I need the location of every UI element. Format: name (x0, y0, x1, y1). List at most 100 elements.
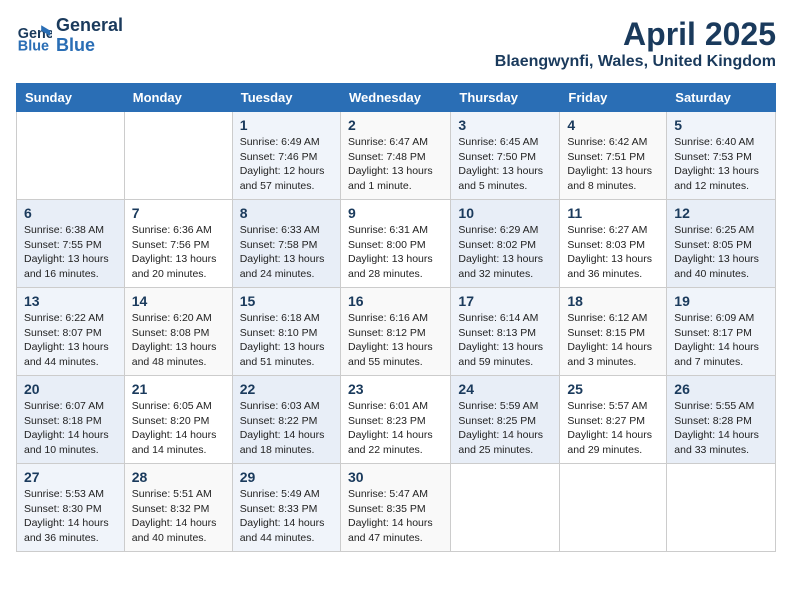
calendar-cell (451, 464, 560, 552)
day-number: 11 (567, 205, 659, 221)
day-info: Sunrise: 6:16 AM Sunset: 8:12 PM Dayligh… (348, 311, 443, 370)
calendar-week-2: 6Sunrise: 6:38 AM Sunset: 7:55 PM Daylig… (17, 200, 776, 288)
day-number: 25 (567, 381, 659, 397)
calendar-cell: 14 Sunrise: 6:20 AM Sunset: 8:08 PM Dayli… (124, 288, 232, 376)
day-info: Sunrise: 6:18 AM Sunset: 8:10 PM Dayligh… (240, 311, 333, 370)
day-info: Sunrise: 6:07 AM Sunset: 8:18 PM Dayligh… (24, 399, 117, 458)
calendar-cell (667, 464, 776, 552)
calendar-cell: 26 Sunrise: 5:55 AM Sunset: 8:28 PM Dayli… (667, 376, 776, 464)
calendar-cell: 10 Sunrise: 6:29 AM Sunset: 8:02 PM Dayli… (451, 200, 560, 288)
calendar-cell: 11 Sunrise: 6:27 AM Sunset: 8:03 PM Dayli… (560, 200, 667, 288)
day-info: Sunrise: 5:49 AM Sunset: 8:33 PM Dayligh… (240, 487, 333, 546)
day-info: Sunrise: 6:01 AM Sunset: 8:23 PM Dayligh… (348, 399, 443, 458)
calendar-cell: 29 Sunrise: 5:49 AM Sunset: 8:33 PM Dayli… (232, 464, 340, 552)
day-info: Sunrise: 6:12 AM Sunset: 8:15 PM Dayligh… (567, 311, 659, 370)
weekday-header-sunday: Sunday (17, 84, 125, 112)
day-number: 20 (24, 381, 117, 397)
day-number: 14 (132, 293, 225, 309)
calendar-cell: 23 Sunrise: 6:01 AM Sunset: 8:23 PM Dayli… (340, 376, 450, 464)
calendar-cell (560, 464, 667, 552)
calendar-cell: 27Sunrise: 5:53 AM Sunset: 8:30 PM Dayli… (17, 464, 125, 552)
day-number: 28 (132, 469, 225, 485)
day-info: Sunrise: 6:09 AM Sunset: 8:17 PM Dayligh… (674, 311, 768, 370)
day-number: 9 (348, 205, 443, 221)
location-subtitle: Blaengwynfi, Wales, United Kingdom (495, 53, 776, 71)
weekday-header-row: SundayMondayTuesdayWednesdayThursdayFrid… (17, 84, 776, 112)
day-info: Sunrise: 6:14 AM Sunset: 8:13 PM Dayligh… (458, 311, 552, 370)
day-info: Sunrise: 6:42 AM Sunset: 7:51 PM Dayligh… (567, 135, 659, 194)
calendar-week-3: 13Sunrise: 6:22 AM Sunset: 8:07 PM Dayli… (17, 288, 776, 376)
day-number: 16 (348, 293, 443, 309)
day-number: 29 (240, 469, 333, 485)
day-number: 26 (674, 381, 768, 397)
logo-general: General (56, 16, 123, 36)
day-number: 10 (458, 205, 552, 221)
calendar-week-1: 1Sunrise: 6:49 AM Sunset: 7:46 PM Daylig… (17, 112, 776, 200)
calendar-cell: 17 Sunrise: 6:14 AM Sunset: 8:13 PM Dayli… (451, 288, 560, 376)
calendar-cell: 20 Sunrise: 6:07 AM Sunset: 8:18 PM Dayli… (17, 376, 125, 464)
calendar-cell: 18 Sunrise: 6:12 AM Sunset: 8:15 PM Dayli… (560, 288, 667, 376)
weekday-header-thursday: Thursday (451, 84, 560, 112)
day-info: Sunrise: 6:36 AM Sunset: 7:56 PM Dayligh… (132, 223, 225, 282)
calendar-cell: 8 Sunrise: 6:33 AM Sunset: 7:58 PM Daylig… (232, 200, 340, 288)
calendar-cell: 21 Sunrise: 6:05 AM Sunset: 8:20 PM Dayli… (124, 376, 232, 464)
calendar-cell: 6Sunrise: 6:38 AM Sunset: 7:55 PM Daylig… (17, 200, 125, 288)
calendar-cell: 15 Sunrise: 6:18 AM Sunset: 8:10 PM Dayli… (232, 288, 340, 376)
day-info: Sunrise: 6:29 AM Sunset: 8:02 PM Dayligh… (458, 223, 552, 282)
month-year-title: April 2025 (495, 16, 776, 53)
day-info: Sunrise: 5:47 AM Sunset: 8:35 PM Dayligh… (348, 487, 443, 546)
day-number: 15 (240, 293, 333, 309)
weekday-header-wednesday: Wednesday (340, 84, 450, 112)
day-info: Sunrise: 6:33 AM Sunset: 7:58 PM Dayligh… (240, 223, 333, 282)
day-number: 17 (458, 293, 552, 309)
calendar-cell: 13Sunrise: 6:22 AM Sunset: 8:07 PM Dayli… (17, 288, 125, 376)
calendar-cell: 24Sunrise: 5:59 AM Sunset: 8:25 PM Dayli… (451, 376, 560, 464)
day-info: Sunrise: 5:55 AM Sunset: 8:28 PM Dayligh… (674, 399, 768, 458)
svg-text:Blue: Blue (18, 38, 49, 54)
day-number: 22 (240, 381, 333, 397)
calendar-cell (124, 112, 232, 200)
day-info: Sunrise: 6:05 AM Sunset: 8:20 PM Dayligh… (132, 399, 225, 458)
day-info: Sunrise: 6:31 AM Sunset: 8:00 PM Dayligh… (348, 223, 443, 282)
day-number: 21 (132, 381, 225, 397)
calendar-cell: 16 Sunrise: 6:16 AM Sunset: 8:12 PM Dayli… (340, 288, 450, 376)
day-info: Sunrise: 5:59 AM Sunset: 8:25 PM Dayligh… (458, 399, 552, 458)
calendar-cell: 9 Sunrise: 6:31 AM Sunset: 8:00 PM Daylig… (340, 200, 450, 288)
logo-blue: Blue (56, 36, 123, 56)
calendar-cell: 4Sunrise: 6:42 AM Sunset: 7:51 PM Daylig… (560, 112, 667, 200)
day-number: 27 (24, 469, 117, 485)
logo: General Blue General Blue (16, 16, 123, 56)
day-info: Sunrise: 6:45 AM Sunset: 7:50 PM Dayligh… (458, 135, 552, 194)
day-info: Sunrise: 6:25 AM Sunset: 8:05 PM Dayligh… (674, 223, 768, 282)
calendar-cell: 5 Sunrise: 6:40 AM Sunset: 7:53 PM Daylig… (667, 112, 776, 200)
calendar-cell: 30 Sunrise: 5:47 AM Sunset: 8:35 PM Dayli… (340, 464, 450, 552)
weekday-header-monday: Monday (124, 84, 232, 112)
day-number: 3 (458, 117, 552, 133)
day-number: 12 (674, 205, 768, 221)
day-number: 23 (348, 381, 443, 397)
day-info: Sunrise: 6:27 AM Sunset: 8:03 PM Dayligh… (567, 223, 659, 282)
day-number: 19 (674, 293, 768, 309)
calendar-cell: 3 Sunrise: 6:45 AM Sunset: 7:50 PM Daylig… (451, 112, 560, 200)
day-info: Sunrise: 6:40 AM Sunset: 7:53 PM Dayligh… (674, 135, 768, 194)
calendar-cell: 12 Sunrise: 6:25 AM Sunset: 8:05 PM Dayli… (667, 200, 776, 288)
calendar-cell (17, 112, 125, 200)
day-number: 30 (348, 469, 443, 485)
day-info: Sunrise: 6:03 AM Sunset: 8:22 PM Dayligh… (240, 399, 333, 458)
day-number: 18 (567, 293, 659, 309)
day-info: Sunrise: 6:22 AM Sunset: 8:07 PM Dayligh… (24, 311, 117, 370)
calendar-cell: 25Sunrise: 5:57 AM Sunset: 8:27 PM Dayli… (560, 376, 667, 464)
calendar-cell: 7 Sunrise: 6:36 AM Sunset: 7:56 PM Daylig… (124, 200, 232, 288)
day-number: 7 (132, 205, 225, 221)
calendar-cell: 22 Sunrise: 6:03 AM Sunset: 8:22 PM Dayli… (232, 376, 340, 464)
page-header: General Blue General Blue April 2025 Bla… (16, 16, 776, 71)
weekday-header-saturday: Saturday (667, 84, 776, 112)
day-number: 8 (240, 205, 333, 221)
day-info: Sunrise: 6:20 AM Sunset: 8:08 PM Dayligh… (132, 311, 225, 370)
weekday-header-friday: Friday (560, 84, 667, 112)
title-block: April 2025 Blaengwynfi, Wales, United Ki… (495, 16, 776, 71)
day-number: 5 (674, 117, 768, 133)
calendar-week-4: 20 Sunrise: 6:07 AM Sunset: 8:18 PM Dayli… (17, 376, 776, 464)
day-info: Sunrise: 6:38 AM Sunset: 7:55 PM Dayligh… (24, 223, 117, 282)
calendar-cell: 28Sunrise: 5:51 AM Sunset: 8:32 PM Dayli… (124, 464, 232, 552)
